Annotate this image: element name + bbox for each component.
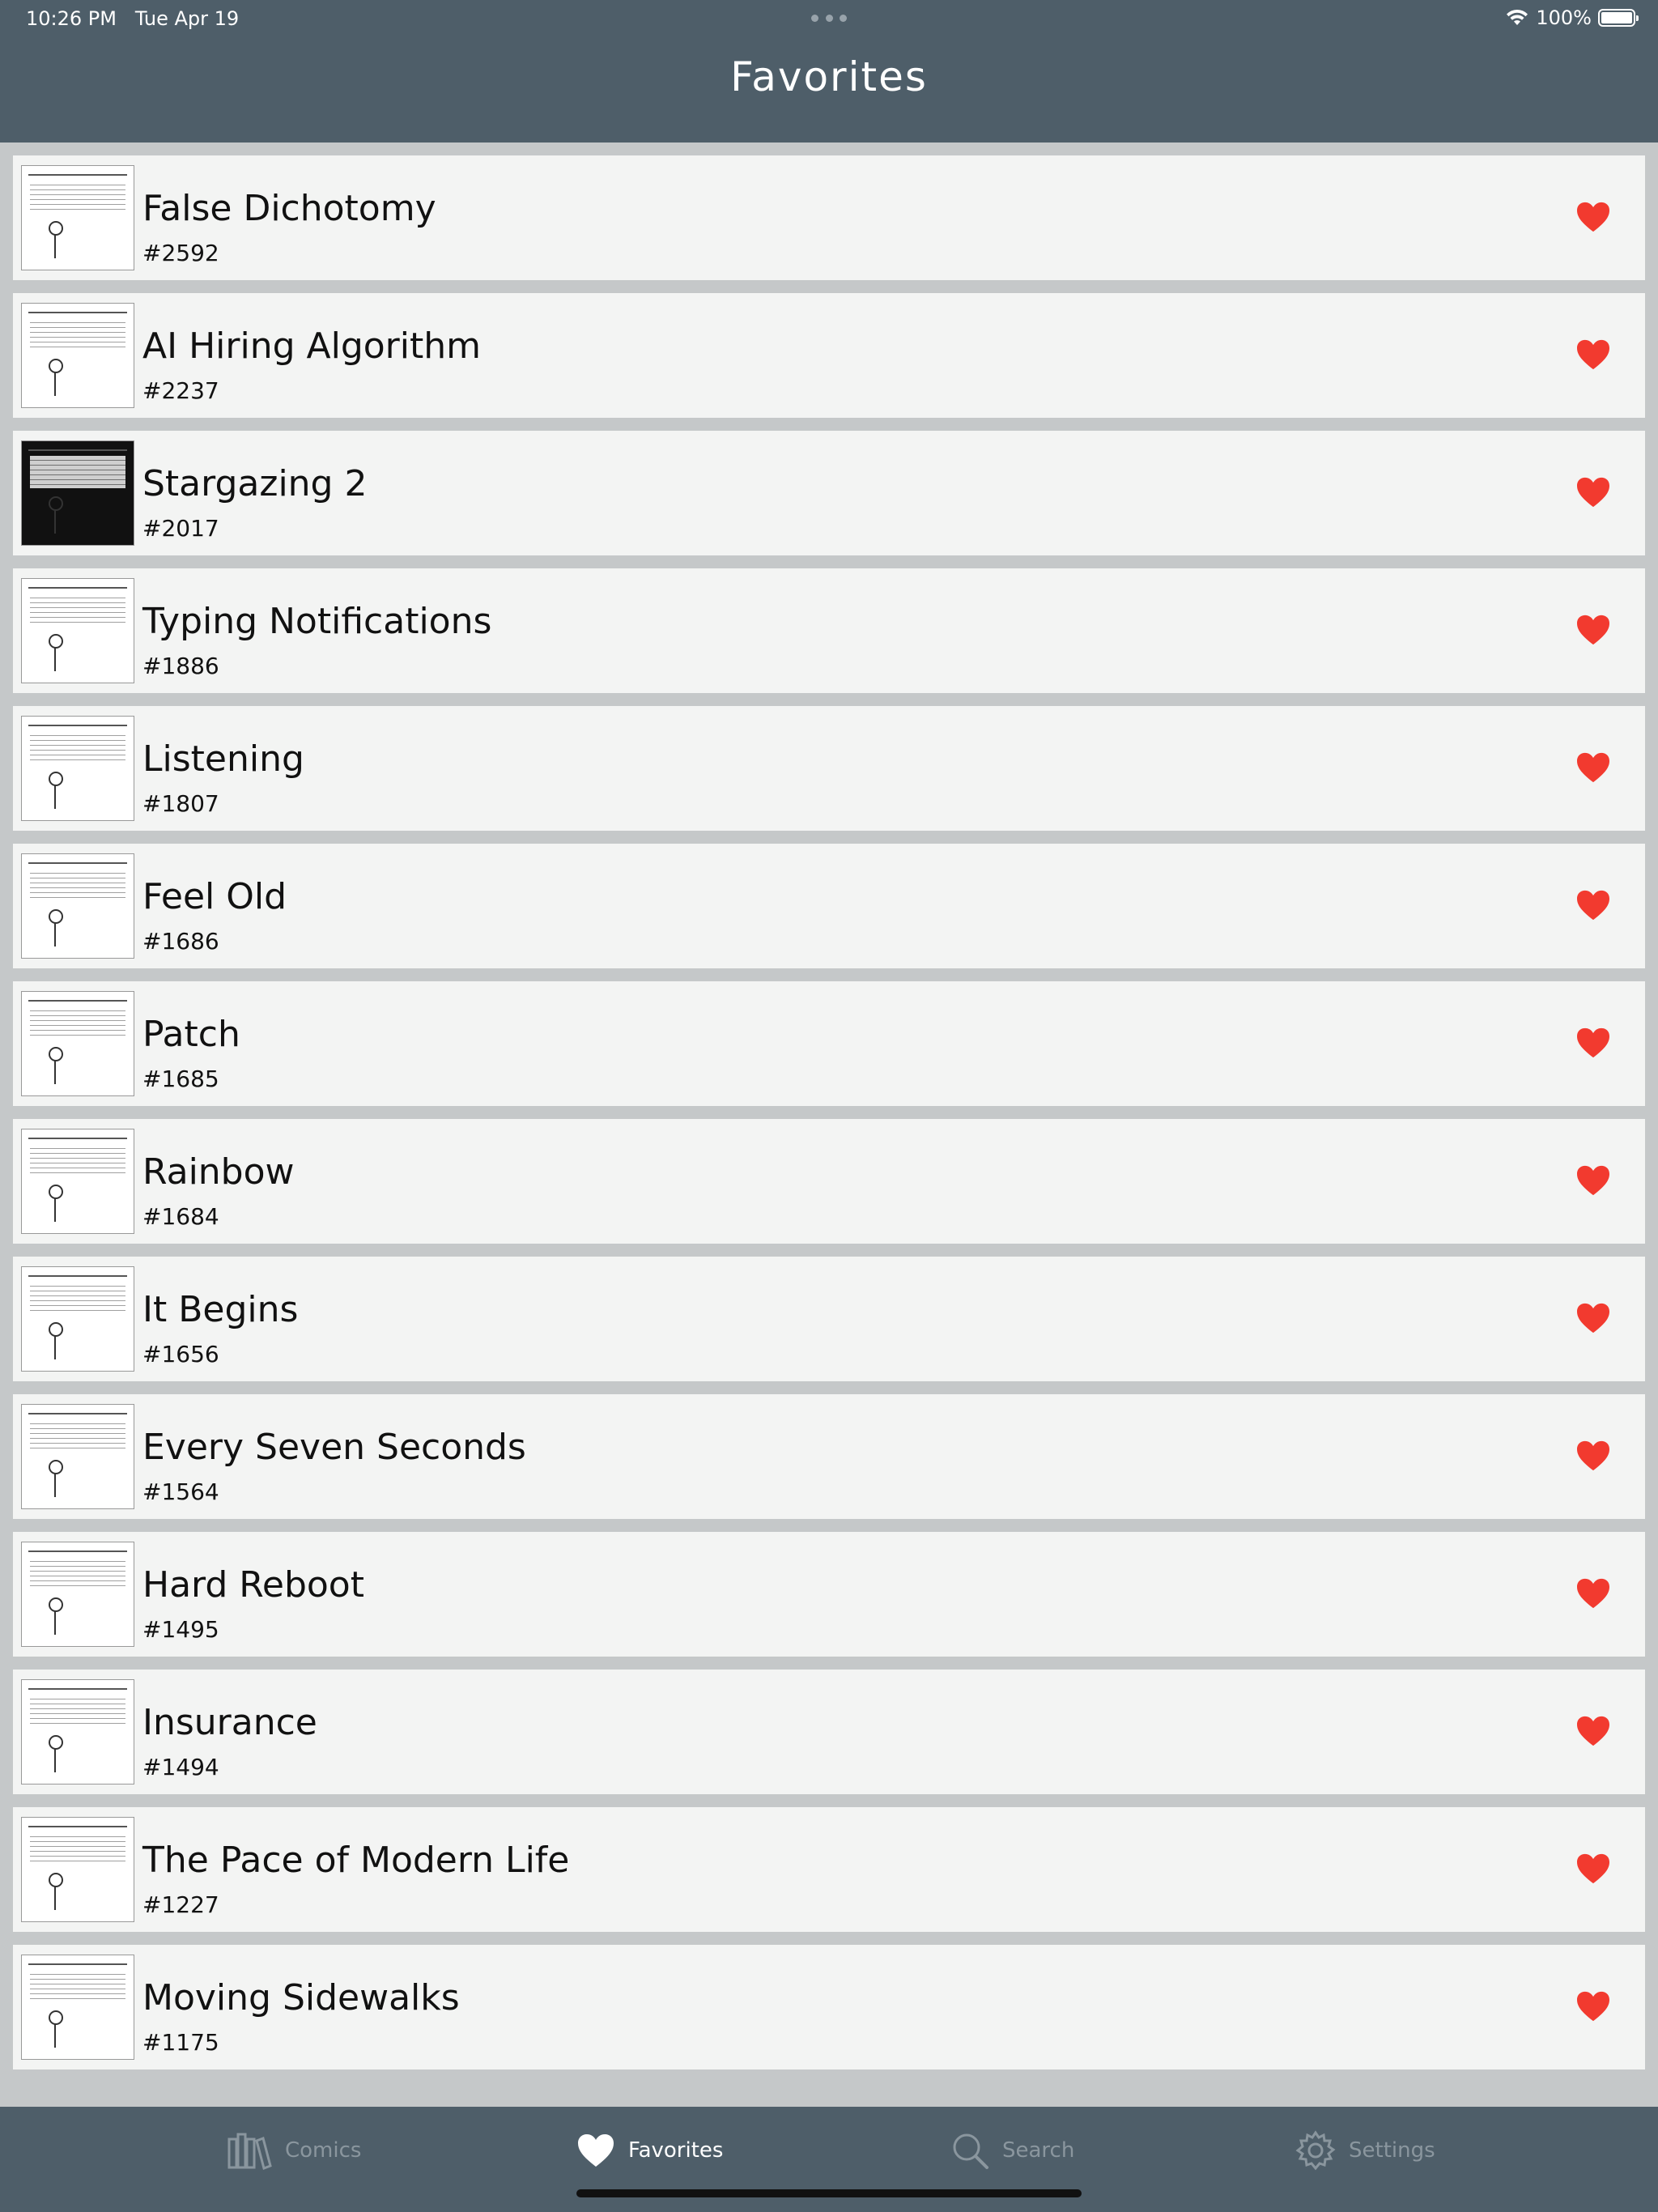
favorite-heart-icon[interactable] xyxy=(1575,614,1611,646)
list-item[interactable]: Listening #1807 xyxy=(13,706,1645,831)
page-title: Favorites xyxy=(730,53,928,100)
comic-number: #1686 xyxy=(142,928,219,955)
favorite-heart-icon[interactable] xyxy=(1575,201,1611,233)
list-item[interactable]: Patch #1685 xyxy=(13,981,1645,1106)
comic-number: #2592 xyxy=(142,240,219,266)
favorite-heart-icon[interactable] xyxy=(1575,338,1611,371)
favorite-heart-icon[interactable] xyxy=(1575,1715,1611,1747)
comic-thumbnail xyxy=(21,1404,134,1509)
comic-title: The Pace of Modern Life xyxy=(142,1840,570,1881)
comic-number: #1494 xyxy=(142,1754,219,1780)
status-bar: 10:26 PM Tue Apr 19 100% xyxy=(0,0,1658,39)
status-date: Tue Apr 19 xyxy=(134,7,240,30)
comic-title: Rainbow xyxy=(142,1151,295,1193)
heart-icon xyxy=(578,2134,614,2167)
list-item[interactable]: Stargazing 2 #2017 xyxy=(13,431,1645,555)
list-item[interactable]: Every Seven Seconds #1564 xyxy=(13,1394,1645,1519)
tab-search-label: Search xyxy=(1002,2138,1075,2163)
tab-favorites-label: Favorites xyxy=(628,2138,724,2163)
comic-thumbnail xyxy=(21,165,134,270)
books-icon xyxy=(227,2133,272,2170)
comic-thumbnail xyxy=(21,853,134,959)
favorites-list[interactable]: False Dichotomy #2592 AI Hiring Algorithm #… xyxy=(13,155,1645,2107)
list-item[interactable]: The Pace of Modern Life #1227 xyxy=(13,1807,1645,1932)
magnifier-icon xyxy=(953,2133,988,2169)
comic-thumbnail xyxy=(21,716,134,821)
comic-number: #1495 xyxy=(142,1616,219,1643)
status-time: 10:26 PM xyxy=(26,7,117,30)
list-item[interactable]: False Dichotomy #2592 xyxy=(13,155,1645,280)
tab-favorites[interactable]: Favorites xyxy=(576,2128,723,2173)
wifi-icon xyxy=(1507,9,1528,25)
tab-settings[interactable]: Settings xyxy=(1295,2128,1435,2173)
comic-thumbnail xyxy=(21,1955,134,2060)
comic-title: Patch xyxy=(142,1014,240,1055)
comic-number: #1685 xyxy=(142,1066,219,1092)
favorite-heart-icon[interactable] xyxy=(1575,1164,1611,1197)
list-item[interactable]: Feel Old #1686 xyxy=(13,844,1645,968)
favorite-heart-icon[interactable] xyxy=(1575,1853,1611,1885)
list-item[interactable]: Insurance #1494 xyxy=(13,1670,1645,1794)
comic-title: AI Hiring Algorithm xyxy=(142,325,481,367)
favorite-heart-icon[interactable] xyxy=(1575,1302,1611,1334)
favorite-heart-icon[interactable] xyxy=(1575,1990,1611,2023)
gear-icon xyxy=(1295,2130,1336,2171)
comic-title: Typing Notifications xyxy=(142,601,492,642)
favorite-heart-icon[interactable] xyxy=(1575,1027,1611,1059)
comic-title: False Dichotomy xyxy=(142,188,436,229)
home-indicator[interactable] xyxy=(576,2189,1082,2197)
comic-thumbnail xyxy=(21,1266,134,1372)
comic-thumbnail xyxy=(21,303,134,408)
comic-number: #1175 xyxy=(142,2029,219,2056)
favorite-heart-icon[interactable] xyxy=(1575,476,1611,508)
comic-thumbnail xyxy=(21,578,134,683)
status-indicators: 100% xyxy=(1505,6,1639,29)
comic-title: It Begins xyxy=(142,1289,299,1330)
comic-thumbnail xyxy=(21,1129,134,1234)
favorite-heart-icon[interactable] xyxy=(1575,1440,1611,1472)
comic-number: #1684 xyxy=(142,1203,219,1230)
comic-number: #2017 xyxy=(142,515,219,542)
comic-title: Feel Old xyxy=(142,876,287,917)
list-item[interactable]: AI Hiring Algorithm #2237 xyxy=(13,293,1645,418)
tab-comics[interactable]: Comics xyxy=(227,2128,361,2173)
favorite-heart-icon[interactable] xyxy=(1575,751,1611,784)
comic-title: Moving Sidewalks xyxy=(142,1977,460,2018)
battery-icon xyxy=(1598,9,1639,27)
comic-number: #1886 xyxy=(142,653,219,679)
comic-title: Insurance xyxy=(142,1702,317,1743)
comic-thumbnail xyxy=(21,1542,134,1647)
comic-title: Every Seven Seconds xyxy=(142,1427,526,1468)
tab-search[interactable]: Search xyxy=(950,2128,1074,2173)
list-item[interactable]: Hard Reboot #1495 xyxy=(13,1532,1645,1657)
status-time-date: 10:26 PM Tue Apr 19 xyxy=(26,7,239,30)
list-item[interactable]: Typing Notifications #1886 xyxy=(13,568,1645,693)
battery-percent: 100% xyxy=(1536,6,1592,29)
comic-thumbnail xyxy=(21,440,134,546)
comic-title: Stargazing 2 xyxy=(142,463,368,504)
comic-number: #1807 xyxy=(142,790,219,817)
comic-number: #1227 xyxy=(142,1891,219,1918)
comic-title: Hard Reboot xyxy=(142,1564,364,1606)
comic-thumbnail xyxy=(21,1679,134,1784)
favorite-heart-icon[interactable] xyxy=(1575,1577,1611,1610)
navigation-header: 10:26 PM Tue Apr 19 100% Favorites xyxy=(0,0,1658,143)
favorite-heart-icon[interactable] xyxy=(1575,889,1611,921)
comic-thumbnail xyxy=(21,1817,134,1922)
list-item[interactable]: Moving Sidewalks #1175 xyxy=(13,1945,1645,2069)
comic-number: #2237 xyxy=(142,377,219,404)
tab-settings-label: Settings xyxy=(1349,2138,1435,2163)
list-item[interactable]: Rainbow #1684 xyxy=(13,1119,1645,1244)
comic-title: Listening xyxy=(142,738,304,780)
list-item[interactable]: It Begins #1656 xyxy=(13,1257,1645,1381)
multitasking-dots-icon[interactable] xyxy=(811,15,847,23)
comic-number: #1656 xyxy=(142,1341,219,1368)
comic-number: #1564 xyxy=(142,1478,219,1505)
tab-comics-label: Comics xyxy=(285,2138,362,2163)
comic-thumbnail xyxy=(21,991,134,1096)
